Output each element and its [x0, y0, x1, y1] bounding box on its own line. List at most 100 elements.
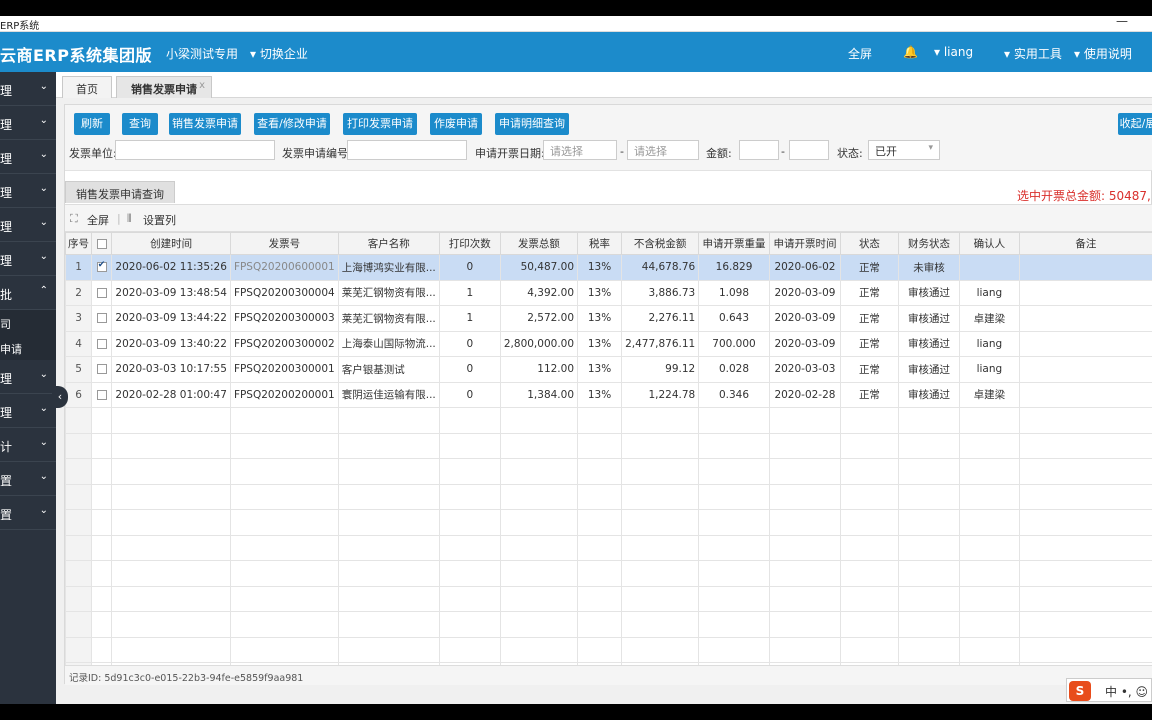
table-cell [499, 458, 579, 485]
table-cell [698, 432, 770, 459]
sidebar-item-2[interactable]: 理 ⌄ [0, 106, 56, 140]
amount-max-input[interactable] [789, 140, 829, 160]
table-cell [499, 509, 579, 536]
table-cell: 13% [577, 254, 623, 281]
bell-icon[interactable]: 🔔 [903, 45, 918, 59]
amount-label: 金额: [706, 147, 732, 160]
checkbox-icon[interactable] [96, 260, 107, 273]
sidebar-item-7[interactable]: 理 ⌄ [0, 360, 56, 394]
table-cell: 审核通过 [897, 356, 961, 383]
request-detail-query-button[interactable]: 申请明细查询 [495, 113, 569, 135]
switch-company-menu[interactable]: ▾ 切换企业 [250, 45, 308, 62]
row-checkbox[interactable] [91, 279, 113, 306]
query-panel: 刷新 查询 销售发票申请 查看/修改申请 打印发票申请 作废申请 申请明细查询 … [64, 104, 1152, 685]
sidebar-item-1[interactable]: 理 ⌄ [0, 72, 56, 106]
refresh-button[interactable]: 刷新 [74, 113, 110, 135]
status-select[interactable]: 已开 ▾ [868, 140, 940, 160]
close-icon[interactable]: x [199, 80, 205, 91]
checkbox-icon[interactable] [96, 338, 107, 349]
grid-fullscreen-button[interactable]: 全屏 [87, 212, 109, 228]
table-cell [65, 483, 93, 510]
table-cell [577, 585, 623, 612]
tools-menu[interactable]: ▾ 实用工具 [1004, 45, 1062, 62]
invoice-unit-input[interactable] [115, 140, 275, 160]
amount-min-input[interactable] [739, 140, 779, 160]
checkbox-icon[interactable] [96, 238, 107, 249]
sidebar-subitem-1[interactable]: 司 [0, 310, 56, 335]
checkbox-icon[interactable] [96, 364, 107, 375]
collapse-expand-button[interactable]: 收起/展 [1118, 113, 1152, 135]
user-menu[interactable]: ▾ liang [934, 45, 973, 59]
sidebar-item-8[interactable]: 理 ⌄ [0, 394, 56, 428]
table-cell: FPSQ20200300001 [229, 356, 339, 383]
table-cell: 1,384.00 [499, 381, 579, 408]
sidebar-item-5[interactable]: 理 ⌄ [0, 208, 56, 242]
column-header: 申请开票重量 [698, 232, 770, 255]
table-cell [1018, 432, 1152, 459]
sidebar-item-approval[interactable]: 批 ⌃ [0, 276, 56, 310]
chevron-down-icon: ⌄ [39, 149, 48, 160]
print-request-button[interactable]: 打印发票申请 [343, 113, 417, 135]
tab-sales-invoice-query[interactable]: 销售发票申请查询 [65, 181, 175, 203]
row-checkbox[interactable] [91, 330, 113, 357]
sidebar-item-9[interactable]: 计 ⌄ [0, 428, 56, 462]
table-row[interactable]: 1 2020-06-02 11:35:26FPSQ20200600001上海博鸿实… [65, 254, 1152, 281]
chevron-down-icon: ⌄ [39, 403, 48, 414]
fullscreen-link[interactable]: 全屏 [848, 45, 872, 62]
table-cell [698, 585, 770, 612]
status-select-value: 已开 [875, 145, 897, 158]
table-cell [768, 534, 842, 561]
table-cell [840, 560, 899, 587]
table-cell: 13% [577, 381, 623, 408]
invoice-unit-label: 发票单位: [69, 147, 117, 160]
table-cell [1018, 279, 1152, 306]
checkbox-icon[interactable] [96, 287, 107, 298]
row-checkbox[interactable] [91, 305, 113, 332]
table-cell [1018, 356, 1152, 383]
sidebar-item-11[interactable]: 置 ⌄ [0, 496, 56, 530]
row-checkbox[interactable] [91, 254, 113, 281]
date-to-input[interactable]: 请选择 [627, 140, 699, 160]
sidebar-item-3[interactable]: 理 ⌄ [0, 140, 56, 174]
row-checkbox[interactable] [91, 381, 113, 408]
table-row[interactable]: 6 2020-02-28 01:00:47 FPSQ20200200001 寰阴运佳运… [65, 381, 1152, 408]
table-row[interactable]: 2 2020-03-09 13:48:54 FPSQ20200300004 莱芜汇钢物… [65, 279, 1152, 306]
sidebar-item-6[interactable]: 理 ⌄ [0, 242, 56, 276]
column-settings-button[interactable]: 设置列 [143, 212, 176, 228]
sidebar-item-10[interactable]: 置 ⌄ [0, 462, 56, 496]
table-cell [65, 560, 93, 587]
help-menu[interactable]: ▾ 使用说明 [1074, 45, 1132, 62]
view-edit-request-button[interactable]: 查看/修改申请 [254, 113, 330, 135]
query-button[interactable]: 查询 [122, 113, 158, 135]
table-row[interactable]: 4 2020-03-09 13:40:22 FPSQ20200300002 上海泰山国… [65, 330, 1152, 357]
table-cell [91, 458, 113, 485]
checkbox-icon[interactable] [96, 313, 107, 324]
table-cell: 2,276.11 [621, 305, 700, 332]
table-cell: 112.00 [499, 356, 579, 383]
void-request-button[interactable]: 作废申请 [430, 113, 482, 135]
date-from-input[interactable]: 请选择 [543, 140, 617, 160]
select-all-checkbox[interactable] [91, 232, 113, 255]
table-cell [1018, 330, 1152, 357]
tab-sales-invoice-request[interactable]: 销售发票申请 x [116, 76, 212, 98]
table-cell [111, 483, 231, 510]
table-cell [959, 636, 1020, 663]
table-cell [438, 458, 501, 485]
checkbox-icon[interactable] [96, 389, 107, 400]
sales-invoice-request-button[interactable]: 销售发票申请 [169, 113, 241, 135]
minimize-button[interactable]: — [1116, 16, 1128, 28]
table-cell: 2020-02-28 [768, 381, 842, 408]
table-row[interactable]: 3 2020-03-09 13:44:22 FPSQ20200300003 莱芜汇钢物… [65, 305, 1152, 332]
row-checkbox[interactable] [91, 356, 113, 383]
table-cell: liang [959, 279, 1020, 306]
table-cell [1018, 483, 1152, 510]
table-cell [897, 432, 961, 459]
chevron-down-icon: ⌄ [39, 81, 48, 92]
table-cell [897, 407, 961, 434]
sidebar-item-4[interactable]: 理 ⌄ [0, 174, 56, 208]
table-row[interactable]: 5 2020-03-03 10:17:55 FPSQ20200300001 客户银基测… [65, 356, 1152, 383]
tab-home[interactable]: 首页 [62, 76, 112, 98]
ime-toolbar[interactable]: S 中 •, ☺ [1066, 678, 1152, 702]
sidebar-subitem-invoice-request[interactable]: 申请 [0, 335, 56, 360]
request-no-input[interactable] [347, 140, 467, 160]
